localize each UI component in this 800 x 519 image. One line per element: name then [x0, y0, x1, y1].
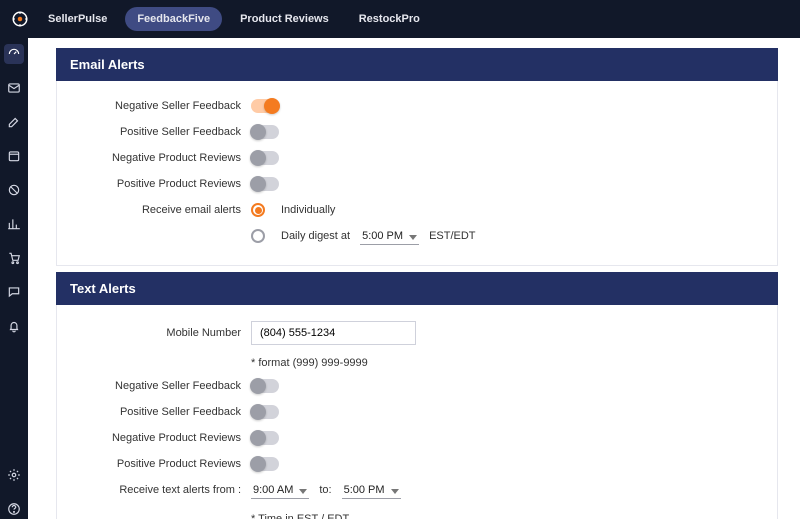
toggle-text-pos-seller[interactable] [251, 405, 279, 419]
left-sidebar [0, 38, 28, 519]
mobile-format-hint: * format (999) 999-9999 [251, 357, 368, 369]
top-nav: SellerPulse FeedbackFive Product Reviews… [0, 0, 800, 38]
gear-icon[interactable] [4, 465, 24, 485]
toggle-email-neg-seller[interactable] [251, 99, 279, 113]
main-content: Email Alerts Negative Seller Feedback Po… [28, 38, 800, 519]
label-email-neg-seller: Negative Seller Feedback [71, 100, 251, 112]
digest-tz: EST/EDT [429, 230, 475, 242]
cart-icon[interactable] [4, 248, 24, 268]
edit-icon[interactable] [4, 112, 24, 132]
text-alerts-heading: Text Alerts [56, 272, 778, 305]
label-text-neg-seller: Negative Seller Feedback [71, 380, 251, 392]
nav-product-reviews[interactable]: Product Reviews [228, 7, 341, 31]
label-text-pos-seller: Positive Seller Feedback [71, 406, 251, 418]
radio-daily-digest[interactable] [251, 229, 265, 243]
to-label: to: [319, 484, 331, 496]
select-text-to-time[interactable]: 5:00 PM [342, 482, 401, 499]
nav-restockpro[interactable]: RestockPro [347, 7, 432, 31]
dashboard-icon[interactable] [4, 44, 24, 64]
chat-icon[interactable] [4, 282, 24, 302]
toggle-text-neg-review[interactable] [251, 431, 279, 445]
toggle-email-pos-seller[interactable] [251, 125, 279, 139]
radio-individually[interactable] [251, 203, 265, 217]
app-logo-icon [10, 9, 30, 29]
label-mobile: Mobile Number [71, 327, 251, 339]
label-text-pos-review: Positive Product Reviews [71, 458, 251, 470]
label-email-neg-review: Negative Product Reviews [71, 152, 251, 164]
mobile-number-input[interactable] [251, 321, 416, 345]
label-text-neg-review: Negative Product Reviews [71, 432, 251, 444]
toggle-email-neg-review[interactable] [251, 151, 279, 165]
analytics-icon[interactable] [4, 214, 24, 234]
label-email-pos-seller: Positive Seller Feedback [71, 126, 251, 138]
toggle-email-pos-review[interactable] [251, 177, 279, 191]
toggle-text-pos-review[interactable] [251, 457, 279, 471]
select-digest-time[interactable]: 5:00 PM [360, 228, 419, 245]
help-icon[interactable] [4, 499, 24, 519]
calendar-icon[interactable] [4, 146, 24, 166]
email-alerts-heading: Email Alerts [56, 48, 778, 81]
block-icon[interactable] [4, 180, 24, 200]
label-email-pos-review: Positive Product Reviews [71, 178, 251, 190]
radio-daily-digest-label: Daily digest at [281, 230, 350, 242]
toggle-text-neg-seller[interactable] [251, 379, 279, 393]
mail-icon[interactable] [4, 78, 24, 98]
bell-icon[interactable] [4, 316, 24, 336]
nav-sellerpulse[interactable]: SellerPulse [36, 7, 119, 31]
text-alerts-panel: Mobile Number * format (999) 999-9999 Ne… [56, 305, 778, 519]
text-tz-hint: * Time in EST / EDT [251, 513, 349, 519]
email-alerts-panel: Negative Seller Feedback Positive Seller… [56, 81, 778, 266]
label-text-receive: Receive text alerts from : [71, 484, 251, 496]
select-text-from-time[interactable]: 9:00 AM [251, 482, 309, 499]
label-email-receive: Receive email alerts [71, 204, 251, 216]
radio-individually-label: Individually [281, 204, 335, 216]
nav-feedbackfive[interactable]: FeedbackFive [125, 7, 222, 31]
